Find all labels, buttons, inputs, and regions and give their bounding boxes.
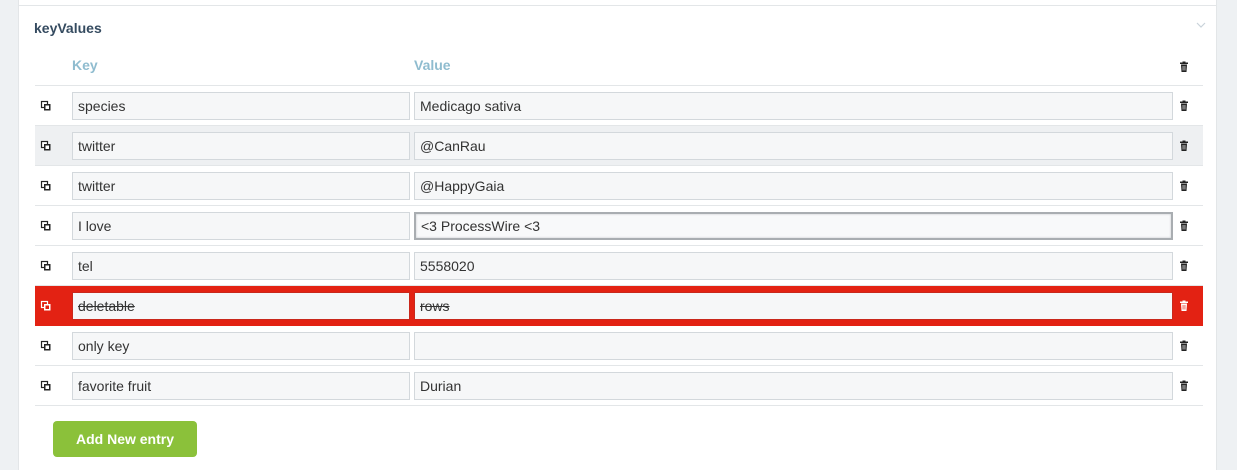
field-title[interactable]: keyValues: [34, 20, 102, 36]
drag-handle-icon[interactable]: [40, 180, 52, 192]
key-input[interactable]: [72, 132, 410, 160]
trash-icon[interactable]: [1178, 380, 1190, 392]
key-input[interactable]: [72, 212, 410, 240]
table-row: [35, 86, 1203, 126]
key-input[interactable]: [72, 332, 410, 360]
trash-icon[interactable]: [1178, 340, 1190, 352]
value-input[interactable]: [414, 372, 1173, 400]
trash-icon[interactable]: [1178, 61, 1190, 73]
key-input[interactable]: [72, 172, 410, 200]
key-value-table: Key Value: [35, 48, 1203, 406]
table-body: [35, 86, 1203, 406]
key-input[interactable]: [72, 292, 410, 320]
table-row: [35, 326, 1203, 366]
value-input[interactable]: [414, 172, 1173, 200]
drag-handle-icon[interactable]: [40, 300, 52, 312]
key-input[interactable]: [72, 372, 410, 400]
table-row: [35, 126, 1203, 166]
value-input[interactable]: [414, 332, 1173, 360]
drag-handle-icon[interactable]: [40, 100, 52, 112]
field-panel: keyValues Key Value Add New entry: [18, 0, 1217, 470]
table-row: [35, 286, 1203, 326]
trash-icon[interactable]: [1178, 180, 1190, 192]
drag-handle-icon[interactable]: [40, 380, 52, 392]
key-input[interactable]: [72, 92, 410, 120]
trash-icon[interactable]: [1178, 100, 1190, 112]
drag-handle-icon[interactable]: [40, 220, 52, 232]
table-row: [35, 366, 1203, 406]
trash-icon[interactable]: [1178, 220, 1190, 232]
trash-icon[interactable]: [1178, 300, 1190, 312]
table-row: [35, 166, 1203, 206]
value-input[interactable]: [414, 212, 1173, 240]
table-header: Key Value: [35, 48, 1203, 86]
trash-icon[interactable]: [1178, 260, 1190, 272]
drag-handle-icon[interactable]: [40, 140, 52, 152]
drag-handle-icon[interactable]: [40, 260, 52, 272]
column-header-value: Value: [414, 57, 451, 73]
add-new-entry-button[interactable]: Add New entry: [53, 421, 197, 457]
value-input[interactable]: [414, 92, 1173, 120]
key-input[interactable]: [72, 252, 410, 280]
column-header-key: Key: [72, 57, 98, 73]
value-input[interactable]: [414, 252, 1173, 280]
table-row: [35, 246, 1203, 286]
panel-divider: [19, 5, 1216, 6]
trash-icon[interactable]: [1178, 140, 1190, 152]
chevron-down-icon[interactable]: [1194, 18, 1208, 32]
value-input[interactable]: [414, 132, 1173, 160]
table-row: [35, 206, 1203, 246]
value-input[interactable]: [414, 292, 1173, 320]
drag-handle-icon[interactable]: [40, 340, 52, 352]
